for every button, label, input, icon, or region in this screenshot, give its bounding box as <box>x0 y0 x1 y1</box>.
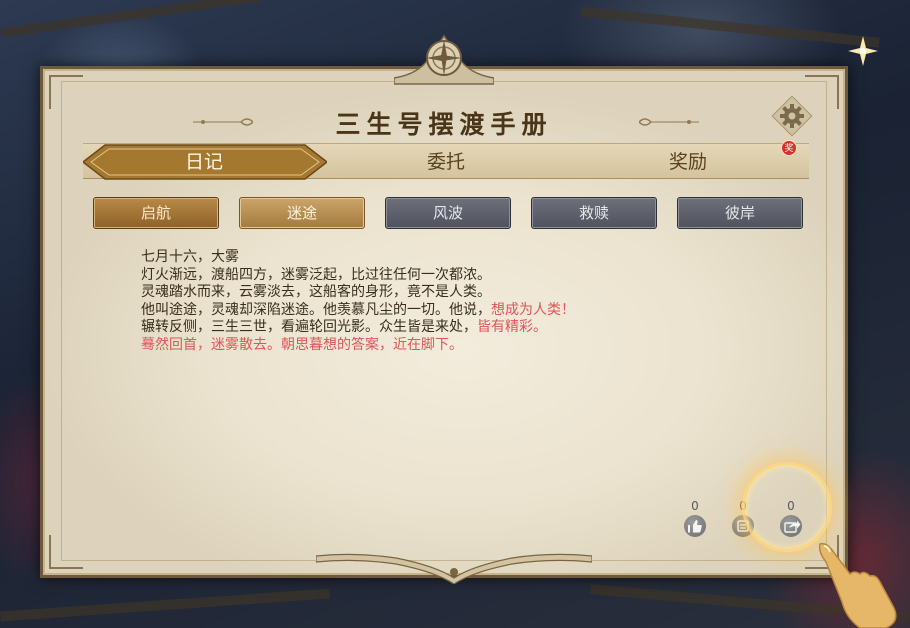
thumbs-up-icon <box>684 515 706 537</box>
like-count: 0 <box>691 499 699 513</box>
main-tab-bar: 日记 委托 奖励 奖 <box>83 140 809 180</box>
tab-diary[interactable]: 日记 <box>83 144 327 180</box>
diary-line: 他叫途途，灵魂却深陷迷途。他羡慕凡尘的一切。他说，想成为人类！ <box>141 302 761 320</box>
tab-commission[interactable]: 委托 <box>325 144 567 180</box>
tab-reward-label: 奖励 <box>668 151 707 173</box>
diary-text: 他叫途途，灵魂却深陷迷途。他羡慕凡尘的一切。他说， <box>141 301 491 318</box>
chapter-button-jiushu[interactable]: 救赎 <box>531 197 657 229</box>
diary-line: 灵魂踏水而来，云雾淡去，这船客的身形，竟不是人类。 <box>141 284 491 300</box>
diary-line: 辗转反侧，三生三世，看遍轮回光影。众生皆是来处，皆有精彩。 <box>141 319 761 337</box>
reward-notification-badge: 奖 <box>781 140 797 156</box>
tab-reward[interactable]: 奖励 奖 <box>567 140 809 180</box>
settings-button[interactable] <box>771 95 813 137</box>
title-ornament-right <box>639 118 699 126</box>
page-title: 三生号摆渡手册 <box>335 110 553 139</box>
bottom-ornament <box>316 553 592 584</box>
diary-text: 辗转反侧，三生三世，看遍轮回光影。众生皆是来处， <box>141 319 477 335</box>
diary-highlight: 想成为人类！ <box>491 301 575 318</box>
top-crest-ornament <box>394 34 494 85</box>
like-button[interactable]: 0 <box>675 499 715 541</box>
background-beam <box>580 6 880 48</box>
diary-entry: 七月十六，大雾 灯火渐远，渡船四方，迷雾泛起，比过往任何一次都浓。 灵魂踏水而来… <box>141 249 761 354</box>
chapter-button-mitu[interactable]: 迷途 <box>239 197 365 229</box>
background-beam <box>0 588 330 622</box>
diary-highlight: 皆有精彩。 <box>477 319 547 335</box>
pointer-hand-icon <box>818 542 897 628</box>
background-beam <box>0 0 260 39</box>
sparkle-icon <box>848 36 878 66</box>
diary-line: 七月十六，大雾 <box>141 249 239 265</box>
diary-line-highlight: 蓦然回首，迷雾散去。朝思暮想的答案，近在脚下。 <box>141 336 463 353</box>
diary-line: 灯火渐远，渡船四方，迷雾泛起，比过往任何一次都浓。 <box>141 266 491 283</box>
gear-icon <box>771 95 813 137</box>
chapter-button-qihang[interactable]: 启航 <box>93 197 219 229</box>
panel-corner-ornament <box>49 535 83 569</box>
tab-diary-label: 日记 <box>184 151 223 173</box>
panel-corner-ornament <box>49 75 83 109</box>
chapter-button-fengbo[interactable]: 风波 <box>385 197 511 229</box>
tab-commission-label: 委托 <box>426 151 465 173</box>
ferry-handbook-panel: 三生号摆渡手册 日记 委托 奖励 奖 启航 迷途 风波 救赎 彼岸 七月十六，大… <box>40 66 848 578</box>
chapter-button-bian[interactable]: 彼岸 <box>677 197 803 229</box>
